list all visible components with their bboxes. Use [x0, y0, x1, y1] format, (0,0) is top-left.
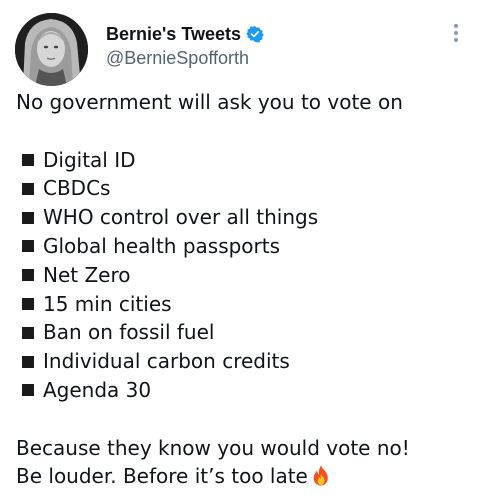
- list-item: Global health passports: [16, 232, 476, 261]
- black-square-icon: [22, 384, 34, 397]
- list-item: Digital ID: [16, 146, 476, 175]
- tweet-card: Bernie's Tweets @BernieSpofforth No gove…: [0, 0, 482, 500]
- more-options-icon[interactable]: [447, 22, 465, 44]
- list-item: Ban on fossil fuel: [16, 318, 476, 347]
- tweet-intro: No government will ask you to vote on: [16, 90, 403, 114]
- list-item-text: CBDCs: [43, 176, 111, 201]
- list-item: 15 min cities: [16, 290, 476, 319]
- tweet-text: No government will ask you to vote on Di…: [16, 88, 476, 491]
- list-item: Individual carbon credits: [16, 347, 476, 376]
- black-square-icon: [22, 240, 34, 253]
- author-name-row[interactable]: Bernie's Tweets: [106, 22, 264, 46]
- list-item-text: 15 min cities: [43, 291, 172, 316]
- black-square-icon: [22, 182, 34, 195]
- display-name[interactable]: Bernie's Tweets: [106, 24, 241, 45]
- black-square-icon: [22, 153, 34, 166]
- list-item: Net Zero: [16, 261, 476, 290]
- list-item-text: Digital ID: [43, 147, 136, 172]
- black-square-icon: [22, 211, 34, 224]
- fire-icon: [312, 465, 330, 486]
- tweet-closing-text: Be louder. Before it’s too late: [16, 464, 308, 489]
- list-item-text: Ban on fossil fuel: [43, 320, 215, 345]
- list-item: Agenda 30: [16, 376, 476, 405]
- list-item-text: Agenda 30: [43, 377, 152, 402]
- list-item-text: Individual carbon credits: [43, 349, 290, 374]
- black-square-icon: [22, 326, 34, 339]
- list-item: CBDCs: [16, 174, 476, 203]
- black-square-icon: [22, 269, 34, 282]
- black-square-icon: [22, 355, 34, 368]
- author-handle[interactable]: @BernieSpofforth: [106, 48, 249, 69]
- list-item-text: Net Zero: [43, 262, 131, 287]
- tweet-closing-line-1: Because they know you would vote no!: [16, 435, 410, 460]
- black-square-icon: [22, 297, 34, 310]
- tweet-closing-line-2: Be louder. Before it’s too late: [16, 462, 476, 491]
- avatar-photo: [15, 13, 88, 86]
- list-item-text: Global health passports: [43, 233, 281, 258]
- list-item-text: WHO control over all things: [43, 205, 319, 230]
- avatar[interactable]: [15, 13, 88, 86]
- list-item: WHO control over all things: [16, 203, 476, 232]
- verified-badge-icon: [246, 25, 264, 43]
